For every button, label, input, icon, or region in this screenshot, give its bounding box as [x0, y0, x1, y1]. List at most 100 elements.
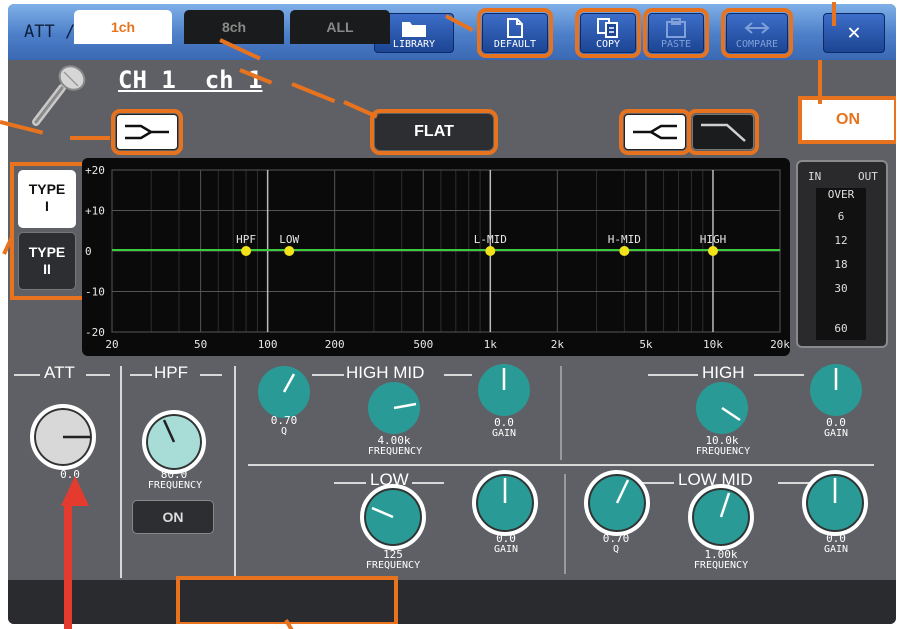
low-shelf-icon	[125, 124, 169, 140]
high-shelf-icon	[633, 124, 677, 140]
tab-all[interactable]: ALL	[290, 10, 390, 44]
meter-out-label: OUT	[858, 170, 878, 183]
high-gain-caption: GAIN	[823, 428, 849, 439]
low-shelf-filter-button[interactable]	[111, 109, 183, 155]
band-marker-label: HPF	[236, 233, 256, 246]
band-marker-hpf[interactable]	[241, 246, 252, 256]
type-2-button[interactable]: TYPE II	[18, 232, 76, 290]
eq-graph-svg: +20+100-10-20 20 50 100 200 500 1k 2k 5k 10k 20k …	[85, 164, 790, 351]
low-mid-q-pointer	[615, 479, 630, 504]
type-1-label: TYPE I	[28, 181, 66, 214]
low-mid-freq-pointer	[719, 492, 731, 518]
high-mid-frequency-knob[interactable]	[368, 382, 420, 434]
hpf-frequency-knob[interactable]	[142, 410, 206, 474]
att-knob[interactable]	[30, 404, 96, 470]
high-section-label: HIGH	[702, 363, 745, 382]
mid-high-divider	[560, 366, 562, 460]
band-marker-l-mid[interactable]	[485, 246, 496, 256]
high-mid-gain-caption: GAIN	[491, 428, 517, 439]
x-tick-label: 10k	[703, 338, 723, 351]
y-tick-label: -10	[85, 286, 105, 299]
meter-tick: OVER	[827, 188, 855, 201]
low-divider-right	[412, 482, 444, 484]
high-mid-freq-pointer	[393, 402, 417, 410]
low-pass-filter-button[interactable]	[687, 109, 759, 155]
x-tick-label: 20	[105, 338, 118, 351]
paste-button[interactable]: PASTE	[643, 8, 709, 58]
x-tick-label: 5k	[639, 338, 653, 351]
high-divider-left	[648, 374, 698, 376]
low-pass-icon	[701, 123, 746, 142]
band-marker-label: HIGH	[700, 233, 727, 246]
annotation-line	[832, 2, 836, 26]
y-tick-label: +20	[85, 164, 105, 177]
x-tick-label: 500	[413, 338, 433, 351]
low-mid-gain-caption: GAIN	[823, 544, 849, 555]
upper-lower-divider	[248, 464, 874, 466]
att-divider-left	[14, 374, 40, 376]
eq-response-graph[interactable]: +20 +10 0 -10 -20 20 50 100 200 500 1k 2k 5k 10k 20k …	[82, 158, 790, 356]
band-marker-label: H-MID	[608, 233, 641, 246]
low-gain-knob[interactable]	[472, 470, 538, 536]
band-marker-high[interactable]	[707, 246, 718, 256]
low-frequency-knob[interactable]	[360, 484, 426, 550]
high-mid-gain-pointer	[502, 368, 506, 390]
tab-1ch[interactable]: 1ch	[74, 10, 172, 44]
att-section-label: ATT	[44, 363, 75, 382]
meter-tick: 60	[834, 322, 848, 335]
y-tick-label: -20	[85, 326, 105, 339]
close-icon: ✕	[847, 20, 861, 45]
high-mid-divider-left	[312, 374, 344, 376]
x-tick-label: 200	[325, 338, 345, 351]
meter-bar: OVER 6 12 18 30 60	[816, 188, 866, 340]
high-shelf-filter-button[interactable]	[619, 109, 691, 155]
folder-icon	[402, 22, 426, 37]
meter-in-label: IN	[808, 170, 822, 183]
document-icon	[507, 18, 523, 38]
hpf-eq-divider	[234, 366, 236, 578]
high-mid-gain-knob[interactable]	[478, 364, 530, 416]
compare-arrows-icon	[744, 22, 770, 34]
x-tick-label: 20k	[770, 338, 790, 351]
high-frequency-knob[interactable]	[696, 382, 748, 434]
flat-button[interactable]: FLAT	[370, 109, 498, 155]
default-label: DEFAULT	[493, 39, 537, 50]
meter-tick: 18	[834, 258, 848, 271]
high-mid-q-knob[interactable]	[258, 366, 310, 418]
hpf-on-button[interactable]: ON	[132, 500, 214, 534]
type-1-button[interactable]: TYPE I	[18, 170, 76, 228]
low-lowmid-divider	[564, 474, 566, 574]
low-mid-gain-knob[interactable]	[802, 470, 868, 536]
low-mid-frequency-caption: FREQUENCY	[693, 560, 749, 571]
att-hpf-divider	[120, 366, 122, 578]
high-frequency-caption: FREQUENCY	[695, 446, 751, 457]
att-knob-pointer	[63, 435, 90, 439]
high-mid-section-label: HIGH MID	[346, 363, 425, 382]
eq-screen: ATT / HPF / EQ LIBRARY DEFAULT COPY PAST…	[8, 4, 896, 624]
high-mid-divider-right	[444, 374, 472, 376]
low-mid-q-caption: Q	[612, 544, 620, 555]
band-marker-label: L-MID	[474, 233, 507, 246]
band-marker-label: LOW	[279, 233, 299, 246]
band-marker-h-mid[interactable]	[619, 246, 630, 256]
y-tick-label: +10	[85, 205, 105, 218]
copy-button[interactable]: COPY	[575, 8, 641, 58]
paste-label: PASTE	[660, 39, 692, 50]
x-tick-label: 2k	[551, 338, 565, 351]
eq-on-button[interactable]: ON	[798, 96, 896, 144]
low-mid-frequency-knob[interactable]	[688, 484, 754, 550]
default-button[interactable]: DEFAULT	[477, 8, 553, 58]
microphone-icon	[32, 65, 86, 126]
hpf-divider-right	[200, 374, 222, 376]
compare-button[interactable]: COMPARE	[721, 8, 793, 58]
tab-8ch[interactable]: 8ch	[184, 10, 284, 44]
low-mid-q-knob[interactable]	[584, 470, 650, 536]
band-marker-low[interactable]	[284, 246, 295, 256]
copy-icon	[597, 18, 618, 38]
annotation-line	[818, 60, 822, 104]
high-gain-knob[interactable]	[810, 364, 862, 416]
att-divider-right	[86, 374, 110, 376]
high-gain-pointer	[834, 368, 838, 390]
hpf-knob-pointer	[162, 419, 176, 443]
hpf-divider-left	[130, 374, 152, 376]
